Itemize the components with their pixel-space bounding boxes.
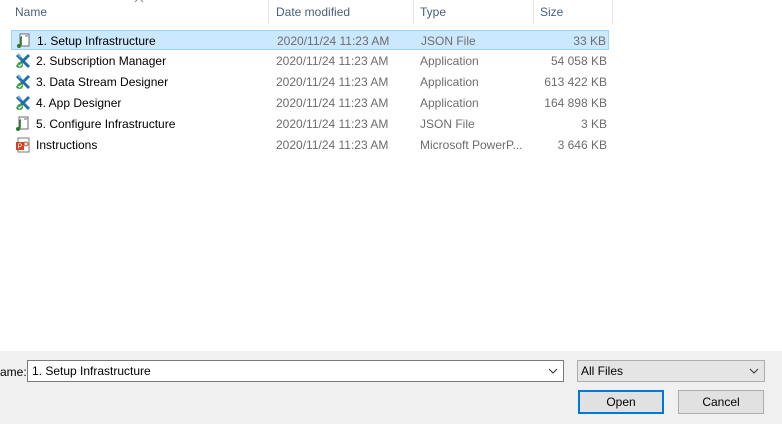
file-name: Instructions: [36, 138, 98, 152]
file-row[interactable]: 5. Configure Infrastructure 2020/11/24 1…: [11, 114, 609, 134]
file-size: 3 646 KB: [557, 138, 607, 152]
chevron-down-icon[interactable]: [749, 366, 759, 376]
file-type: JSON File: [421, 34, 476, 48]
file-date: 2020/11/24 11:23 AM: [276, 117, 389, 131]
file-type-filter-value: All Files: [581, 364, 624, 378]
file-date: 2020/11/24 11:23 AM: [276, 75, 389, 89]
powerpoint-file-icon: P: [16, 137, 30, 153]
file-size: 613 422 KB: [544, 75, 607, 89]
file-size: 164 898 KB: [544, 96, 607, 110]
file-size: 33 KB: [573, 34, 606, 48]
column-header-date[interactable]: Date modified: [269, 0, 414, 24]
application-icon: [15, 74, 31, 90]
file-size: 3 KB: [580, 117, 607, 131]
file-date: 2020/11/24 11:23 AM: [277, 34, 390, 48]
application-icon: [15, 53, 31, 69]
cancel-button[interactable]: Cancel: [678, 390, 764, 414]
file-date: 2020/11/24 11:23 AM: [276, 54, 389, 68]
column-header-name[interactable]: Name: [0, 0, 269, 24]
file-name: 3. Data Stream Designer: [36, 75, 169, 89]
file-row[interactable]: 1. Setup Infrastructure 2020/11/24 11:23…: [11, 30, 609, 50]
file-size: 54 058 KB: [550, 54, 607, 68]
column-header-name-label: Name: [15, 5, 48, 19]
svg-text:P: P: [18, 144, 23, 151]
filename-combobox[interactable]: 1. Setup Infrastructure: [27, 360, 564, 382]
file-type: Microsoft PowerP...: [420, 138, 523, 152]
file-row[interactable]: 2. Subscription Manager 2020/11/24 11:23…: [11, 51, 609, 71]
file-date: 2020/11/24 11:23 AM: [276, 96, 389, 110]
file-type: Application: [420, 54, 479, 68]
chevron-down-icon[interactable]: [548, 366, 558, 376]
open-button[interactable]: Open: [578, 390, 664, 414]
file-name: 1. Setup Infrastructure: [37, 34, 156, 48]
file-name: 5. Configure Infrastructure: [36, 117, 176, 131]
file-row[interactable]: 4. App Designer 2020/11/24 11:23 AM Appl…: [11, 93, 609, 113]
file-name: 2. Subscription Manager: [36, 54, 167, 68]
application-icon: [15, 95, 31, 111]
file-date: 2020/11/24 11:23 AM: [276, 138, 389, 152]
column-header-type[interactable]: Type: [414, 0, 534, 24]
column-header-type-label: Type: [420, 5, 447, 19]
file-row[interactable]: P Instructions 2020/11/24 11:23 AM Micro…: [11, 135, 609, 155]
filename-label: ame:: [0, 365, 27, 379]
sort-up-icon: [134, 0, 144, 3]
file-row[interactable]: 3. Data Stream Designer 2020/11/24 11:23…: [11, 72, 609, 92]
column-header-size[interactable]: Size: [534, 0, 613, 24]
column-header-date-label: Date modified: [276, 5, 351, 19]
dialog-footer: ame: 1. Setup Infrastructure All Files O…: [0, 351, 782, 424]
filename-value[interactable]: 1. Setup Infrastructure: [32, 361, 151, 381]
json-file-icon: [17, 33, 30, 48]
file-type: Application: [420, 96, 479, 110]
file-type-filter[interactable]: All Files: [577, 360, 765, 382]
file-name: 4. App Designer: [36, 96, 122, 110]
file-type: JSON File: [420, 117, 475, 131]
json-file-icon: [16, 116, 29, 131]
file-type: Application: [420, 75, 479, 89]
column-header-size-label: Size: [540, 5, 564, 19]
column-header-bar: Name Date modified Type Size: [0, 0, 613, 24]
